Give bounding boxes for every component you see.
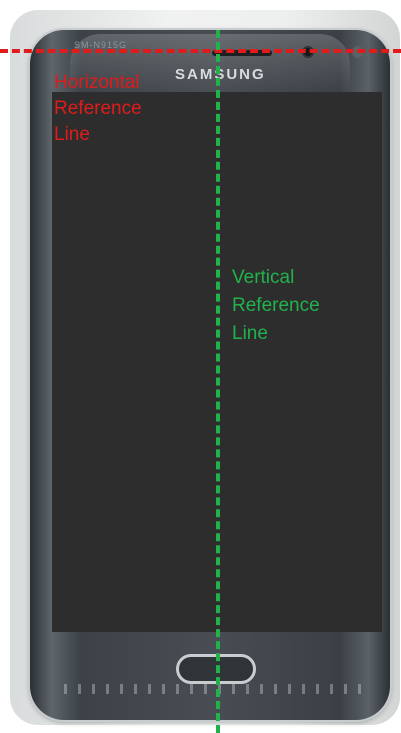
brand-logo: SAMSUNG [175,66,266,83]
photo-stage: SM-N915G SAMSUNG Horizontal Reference Li… [0,0,401,733]
vertical-reference-line [216,30,220,733]
vertical-reference-label: Vertical Reference Line [232,267,320,344]
bottom-edge-texture [64,684,364,694]
horizontal-reference-line [0,49,401,53]
horizontal-reference-label: Horizontal Reference Line [54,72,142,145]
